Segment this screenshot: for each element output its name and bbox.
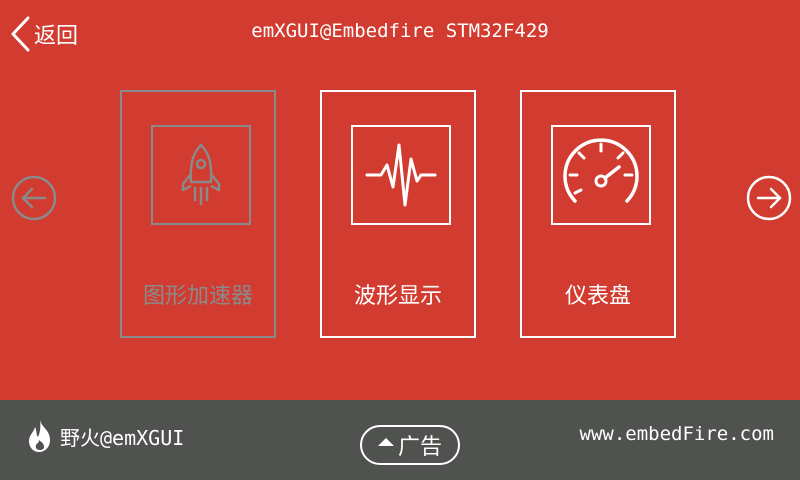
app-card-graphics-accelerator[interactable]: 图形加速器 <box>120 90 276 338</box>
header-bar: 返回 emXGUI@Embedfire STM32F429 <box>0 0 800 70</box>
flame-logo-icon <box>29 420 50 452</box>
next-page-button[interactable] <box>746 175 792 221</box>
app-card-label: 波形显示 <box>353 284 442 309</box>
rocket-icon <box>181 143 221 206</box>
website-link: www.embedFire.com <box>579 423 774 445</box>
app-card-label: 图形加速器 <box>142 284 253 309</box>
app-card-gauge[interactable]: 仪表盘 <box>520 90 676 338</box>
waveform-icon <box>365 143 437 207</box>
icon-frame <box>151 125 251 225</box>
ad-button[interactable]: 广告 <box>360 425 460 465</box>
ad-label: 广告 <box>397 435 442 460</box>
gauge-icon <box>563 138 639 203</box>
app-card-waveform[interactable]: 波形显示 <box>320 90 476 338</box>
arrow-right-circle-icon <box>746 175 792 221</box>
brand-label: 野火@emXGUI <box>60 425 185 450</box>
icon-frame <box>551 125 651 225</box>
caret-up-icon <box>377 438 394 446</box>
previous-page-button[interactable] <box>11 175 57 221</box>
icon-frame <box>351 125 451 225</box>
arrow-left-circle-icon <box>11 175 57 221</box>
app-card-label: 仪表盘 <box>564 284 631 309</box>
page-title: emXGUI@Embedfire STM32F429 <box>251 20 549 42</box>
brand: 野火@emXGUI <box>26 416 184 456</box>
